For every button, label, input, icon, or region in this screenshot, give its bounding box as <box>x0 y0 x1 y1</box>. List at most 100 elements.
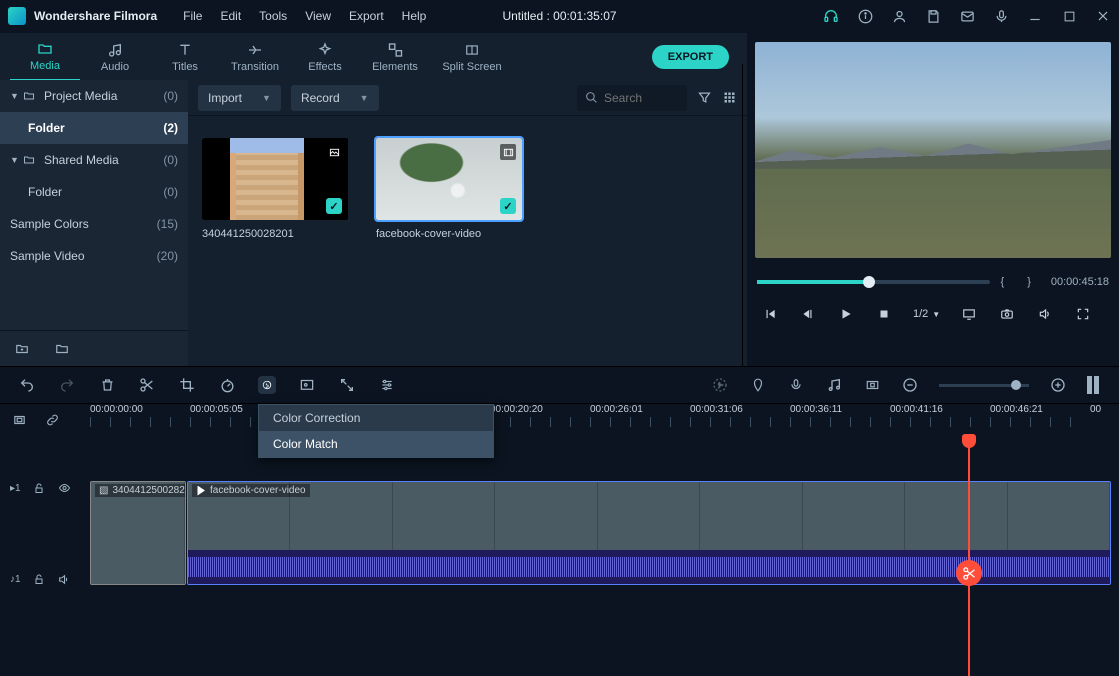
info-icon[interactable] <box>857 8 873 24</box>
playhead[interactable] <box>968 436 970 676</box>
open-folder-icon[interactable] <box>54 342 70 356</box>
tab-transition[interactable]: Transition <box>220 33 290 81</box>
sidebar-item-sample-video[interactable]: Sample Video (20) <box>0 240 188 272</box>
maximize-icon[interactable] <box>1061 8 1077 24</box>
audio-mixer-icon[interactable] <box>825 376 843 394</box>
sidebar-count: (20) <box>157 249 178 263</box>
menu-file[interactable]: File <box>183 9 202 23</box>
crop-icon[interactable] <box>178 376 196 394</box>
sidebar-footer <box>0 330 188 366</box>
menu-help[interactable]: Help <box>402 9 427 23</box>
music-icon <box>107 41 123 59</box>
step-back-icon[interactable] <box>799 305 817 323</box>
tab-titles[interactable]: Titles <box>150 33 220 81</box>
chevron-down-icon: ▼ <box>262 93 271 103</box>
timeline-ruler[interactable]: 00:00:00:00 00:00:05:05 00:00:10:10 00:0… <box>0 404 1119 436</box>
eye-icon[interactable] <box>57 482 72 494</box>
import-dropdown[interactable]: Import▼ <box>198 85 281 111</box>
zoom-in-icon[interactable] <box>1049 376 1067 394</box>
tab-elements-label: Elements <box>372 61 418 73</box>
fullscreen-icon[interactable] <box>1074 305 1092 323</box>
seek-slider[interactable] <box>757 280 990 284</box>
grid-view-icon[interactable] <box>722 90 737 105</box>
check-icon[interactable]: ✓ <box>500 198 516 214</box>
export-button[interactable]: EXPORT <box>652 45 729 69</box>
chevron-down-icon: ▼ <box>10 155 22 165</box>
snapshot-icon[interactable] <box>998 305 1016 323</box>
ruler-mark: 00 <box>1090 404 1101 415</box>
search-field[interactable] <box>604 91 674 105</box>
sidebar-item-folder[interactable]: Folder (2) <box>0 112 188 144</box>
track-label: ▸1 <box>10 483 21 494</box>
sidebar-item-sample-colors[interactable]: Sample Colors (15) <box>0 208 188 240</box>
stop-icon[interactable] <box>875 305 893 323</box>
menu-edit[interactable]: Edit <box>220 9 241 23</box>
menu-export[interactable]: Export <box>349 9 384 23</box>
volume-icon[interactable] <box>1036 305 1054 323</box>
clip-name: 340441250028201 <box>112 485 186 496</box>
menu-view[interactable]: View <box>305 9 331 23</box>
marker-brackets[interactable]: { } <box>1000 276 1040 288</box>
fit-timeline-icon[interactable] <box>12 413 27 427</box>
speaker-icon[interactable] <box>57 573 71 586</box>
delete-icon[interactable] <box>98 376 116 394</box>
sidebar-item-project-media[interactable]: ▼ Project Media (0) <box>0 80 188 112</box>
sidebar-item-shared-media[interactable]: ▼ Shared Media (0) <box>0 144 188 176</box>
tab-split-screen[interactable]: Split Screen <box>430 33 514 81</box>
user-icon[interactable] <box>891 8 907 24</box>
zoom-slider[interactable] <box>939 384 1029 387</box>
zoom-out-icon[interactable] <box>901 376 919 394</box>
video-track-content[interactable]: ▧340441250028201 facebook-cover-video <box>90 436 1119 540</box>
speed-icon[interactable] <box>218 376 236 394</box>
tab-media[interactable]: Media <box>10 33 80 81</box>
redo-icon[interactable] <box>58 376 76 394</box>
preview-seekbar: { } 00:00:45:18 <box>747 270 1119 294</box>
quality-icon[interactable] <box>960 305 978 323</box>
menu-color-correction[interactable]: Color Correction <box>259 405 493 431</box>
scissors-icon[interactable] <box>956 560 982 586</box>
timeline-clip-1[interactable]: ▧340441250028201 <box>90 481 186 585</box>
save-icon[interactable] <box>925 8 941 24</box>
undo-icon[interactable] <box>18 376 36 394</box>
close-icon[interactable] <box>1095 8 1111 24</box>
tab-audio[interactable]: Audio <box>80 33 150 81</box>
color-icon[interactable] <box>258 376 276 394</box>
record-dropdown[interactable]: Record▼ <box>291 85 379 111</box>
check-icon[interactable]: ✓ <box>326 198 342 214</box>
media-thumb-1[interactable]: ✓ 340441250028201 <box>202 138 352 240</box>
text-icon <box>177 41 193 59</box>
sidebar-item-folder-2[interactable]: Folder (0) <box>0 176 188 208</box>
mail-icon[interactable] <box>959 8 975 24</box>
search-input[interactable] <box>577 85 687 111</box>
green-screen-icon[interactable] <box>298 376 316 394</box>
menu-tools[interactable]: Tools <box>259 9 287 23</box>
menu-color-match[interactable]: Color Match <box>259 431 493 457</box>
link-icon[interactable] <box>45 413 60 427</box>
filter-icon[interactable] <box>697 90 712 105</box>
preview-viewport[interactable] <box>755 42 1111 258</box>
new-folder-icon[interactable] <box>14 342 30 356</box>
media-thumb-2[interactable]: ✓ facebook-cover-video <box>376 138 526 240</box>
tab-effects[interactable]: Effects <box>290 33 360 81</box>
sidebar-label: Sample Colors <box>10 217 157 231</box>
motion-icon[interactable] <box>338 376 356 394</box>
tab-elements[interactable]: Elements <box>360 33 430 81</box>
keyframe-icon[interactable] <box>863 376 881 394</box>
headset-icon[interactable] <box>823 8 839 24</box>
play-icon[interactable] <box>837 305 855 323</box>
adjust-icon[interactable] <box>378 376 396 394</box>
tab-titles-label: Titles <box>172 61 198 73</box>
prev-frame-icon[interactable] <box>761 305 779 323</box>
lock-icon[interactable] <box>33 482 45 495</box>
render-icon[interactable] <box>711 376 729 394</box>
media-toolbar: Import▼ Record▼ <box>188 80 747 116</box>
lock-icon[interactable] <box>33 573 45 586</box>
preview-scale[interactable]: 1/2▼ <box>913 308 940 320</box>
video-badge-icon <box>500 144 516 160</box>
mic-icon[interactable] <box>993 8 1009 24</box>
minimize-icon[interactable] <box>1027 8 1043 24</box>
split-icon[interactable] <box>138 376 156 394</box>
voiceover-icon[interactable] <box>787 376 805 394</box>
timeline-view-icon[interactable] <box>1087 376 1101 394</box>
marker-icon[interactable] <box>749 376 767 394</box>
